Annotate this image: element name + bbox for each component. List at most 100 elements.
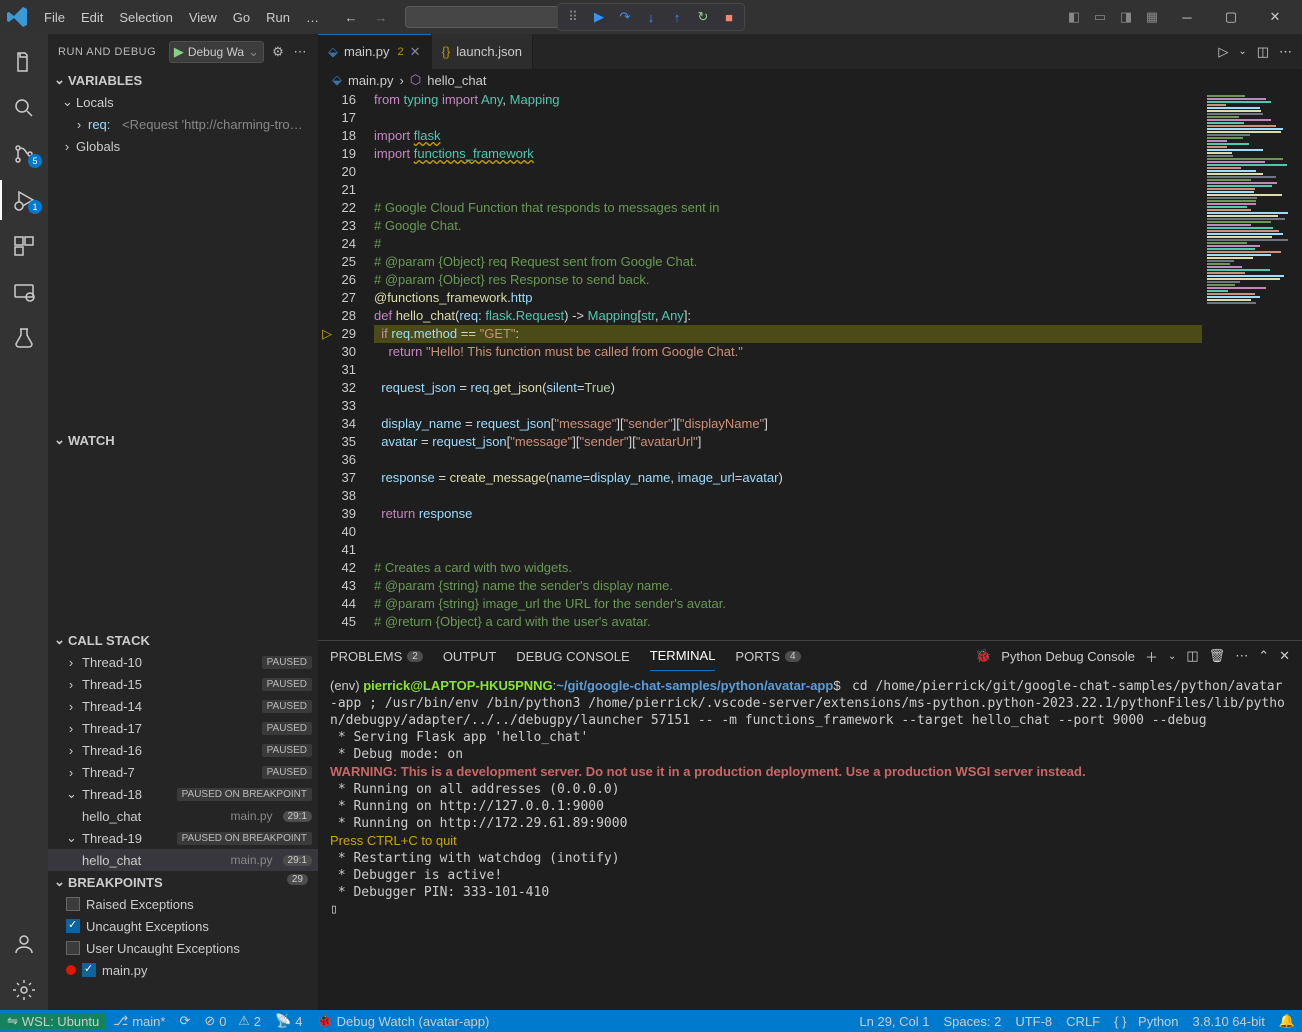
panel-tab-terminal[interactable]: TERMINAL (650, 641, 716, 671)
split-editor-icon[interactable]: ◫ (1257, 44, 1269, 60)
more-icon[interactable]: ⋯ (1235, 648, 1248, 664)
tab-launchjson[interactable]: {} launch.json (432, 34, 533, 69)
section-watch[interactable]: ⌄WATCH (48, 429, 318, 451)
drag-handle-icon[interactable]: ⠿ (562, 6, 584, 28)
menu-file[interactable]: File (36, 6, 73, 29)
explorer-icon[interactable] (0, 42, 48, 82)
bp-uncaught-exceptions[interactable]: Uncaught Exceptions (48, 915, 318, 937)
git-sync[interactable]: ⟳ (172, 1013, 197, 1029)
notifications-icon[interactable]: 🔔 (1272, 1013, 1302, 1029)
thread-row[interactable]: ›Thread-10PAUSED (48, 651, 318, 673)
menu-selection[interactable]: Selection (111, 6, 180, 29)
close-panel-icon[interactable]: ✕ (1279, 648, 1290, 664)
thread-row[interactable]: ›Thread-14PAUSED (48, 695, 318, 717)
testing-icon[interactable] (0, 318, 48, 358)
encoding[interactable]: UTF-8 (1008, 1014, 1059, 1029)
git-branch[interactable]: ⎇main* (106, 1013, 172, 1029)
stack-frame[interactable]: hello_chatmain.py29:1 (48, 849, 318, 871)
eol[interactable]: CRLF (1059, 1014, 1107, 1029)
close-tab-icon[interactable]: ✕ (410, 44, 421, 60)
minimize-button[interactable]: ─ (1166, 2, 1208, 32)
chevron-down-icon[interactable]: ⌄ (1168, 651, 1176, 662)
menu-go[interactable]: Go (225, 6, 258, 29)
indentation[interactable]: Spaces: 2 (937, 1014, 1009, 1029)
debug-session[interactable]: 🐞Debug Watch (avatar-app) (309, 1013, 496, 1029)
thread-row[interactable]: ⌄Thread-19PAUSED ON BREAKPOINT (48, 827, 318, 849)
symbol-function-icon: ⬡ (410, 72, 421, 88)
breadcrumb[interactable]: ⬙ main.py › ⬡ hello_chat (318, 69, 1302, 91)
ports-forwarded[interactable]: 📡4 (268, 1013, 309, 1029)
thread-row[interactable]: ›Thread-17PAUSED (48, 717, 318, 739)
chevron-down-icon[interactable]: ⌄ (1238, 46, 1246, 57)
layout-secondary-icon[interactable]: ◨ (1114, 5, 1138, 29)
code-editor[interactable]: 1617181920212223242526272829303132333435… (318, 91, 1302, 640)
menu-edit[interactable]: Edit (73, 6, 111, 29)
nav-back-icon[interactable]: ← (343, 9, 359, 25)
continue-icon[interactable]: ▶ (588, 6, 610, 28)
var-req[interactable]: ›req: <Request 'http://charming-tro… (48, 113, 318, 135)
start-debug-icon[interactable]: ▶ (174, 44, 184, 60)
step-over-icon[interactable]: ↷ (614, 6, 636, 28)
settings-gear-icon[interactable] (0, 970, 48, 1010)
bp-raised-exceptions[interactable]: Raised Exceptions (48, 893, 318, 915)
accounts-icon[interactable] (0, 924, 48, 964)
thread-row[interactable]: ›Thread-16PAUSED (48, 739, 318, 761)
cursor-position[interactable]: Ln 29, Col 1 (852, 1014, 936, 1029)
layout-primary-icon[interactable]: ◧ (1062, 5, 1086, 29)
layout-panel-icon[interactable]: ▭ (1088, 5, 1112, 29)
debug-config-selector[interactable]: ▶ Debug Wa ⌄ (169, 41, 264, 63)
maximize-button[interactable]: ▢ (1210, 2, 1252, 32)
scm-icon[interactable]: 5 (0, 134, 48, 174)
python-interpreter[interactable]: 3.8.10 64-bit (1186, 1014, 1272, 1029)
debug-settings-gear-icon[interactable]: ⚙ (270, 44, 286, 60)
kill-terminal-icon[interactable]: 🗑 (1209, 648, 1226, 664)
section-variables[interactable]: ⌄VARIABLES (48, 69, 318, 91)
more-icon[interactable]: ⋯ (292, 44, 308, 60)
scope-globals[interactable]: ›Globals (48, 135, 318, 157)
scope-locals[interactable]: ⌄Locals (48, 91, 318, 113)
menu-run[interactable]: Run (258, 6, 298, 29)
split-terminal-icon[interactable]: ◫ (1186, 648, 1198, 664)
layout-customize-icon[interactable]: ▦ (1140, 5, 1164, 29)
stack-frame[interactable]: hello_chatmain.py29:1 (48, 805, 318, 827)
close-button[interactable]: ✕ (1254, 2, 1296, 32)
terminal-profile[interactable]: Python Debug Console (1001, 649, 1135, 664)
tab-mainpy[interactable]: ⬙ main.py 2 ✕ (318, 34, 432, 69)
menu-view[interactable]: View (181, 6, 225, 29)
language-mode[interactable]: { } Python (1107, 1014, 1185, 1029)
maximize-panel-icon[interactable]: ⌃ (1258, 648, 1269, 664)
terminal-content[interactable]: (env) pierrick@LAPTOP-HKU5PNNG:~/git/goo… (318, 671, 1302, 1010)
restart-icon[interactable]: ↻ (692, 6, 714, 28)
step-into-icon[interactable]: ↓ (640, 6, 662, 28)
new-terminal-icon[interactable]: ＋ (1145, 647, 1158, 666)
debug-toolbar: ⠿ ▶ ↷ ↓ ↑ ↻ ■ (557, 3, 745, 31)
remote-explorer-icon[interactable] (0, 272, 48, 312)
remote-icon: ⇋ (7, 1013, 18, 1029)
nav-fwd-icon[interactable]: → (373, 9, 389, 25)
search-icon[interactable] (0, 88, 48, 128)
problems-status[interactable]: ⊘0 ⚠2 (197, 1013, 268, 1029)
bp-user-uncaught-exceptions[interactable]: User Uncaught Exceptions (48, 937, 318, 959)
panel-tab-output[interactable]: OUTPUT (443, 641, 496, 671)
json-file-icon: {} (442, 44, 451, 59)
stop-icon[interactable]: ■ (718, 6, 740, 28)
thread-row[interactable]: ›Thread-7PAUSED (48, 761, 318, 783)
run-file-icon[interactable]: ▷ (1218, 44, 1228, 60)
remote-indicator[interactable]: ⇋WSL: Ubuntu (0, 1013, 106, 1029)
step-out-icon[interactable]: ↑ (666, 6, 688, 28)
radio-icon: 📡 (275, 1013, 291, 1029)
run-debug-icon[interactable]: 1 (0, 180, 48, 220)
python-file-icon: ⬙ (332, 72, 342, 88)
section-breakpoints[interactable]: ⌄BREAKPOINTS (48, 871, 318, 893)
bp-file-mainpy[interactable]: main.py29 (48, 959, 318, 981)
section-callstack[interactable]: ⌄CALL STACK (48, 629, 318, 651)
extensions-icon[interactable] (0, 226, 48, 266)
panel-tab-debug-console[interactable]: DEBUG CONSOLE (516, 641, 629, 671)
thread-row[interactable]: ⌄Thread-18PAUSED ON BREAKPOINT (48, 783, 318, 805)
thread-row[interactable]: ›Thread-15PAUSED (48, 673, 318, 695)
minimap[interactable] (1202, 91, 1302, 640)
more-actions-icon[interactable]: ⋯ (1279, 44, 1292, 60)
menu-more[interactable]: … (298, 6, 327, 29)
panel-tab-problems[interactable]: PROBLEMS2 (330, 641, 423, 671)
panel-tab-ports[interactable]: PORTS4 (735, 641, 800, 671)
